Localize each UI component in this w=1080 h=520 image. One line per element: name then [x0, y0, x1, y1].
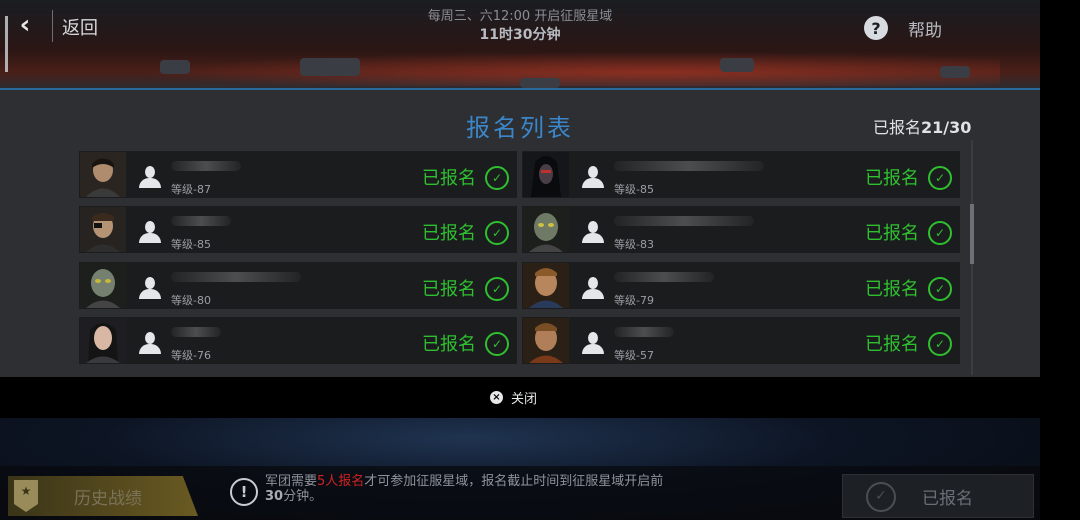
list-item: 等级-83 已报名 ✓ — [522, 206, 960, 253]
player-level: 等级-85 — [614, 183, 654, 196]
player-avatar-icon — [137, 221, 163, 245]
back-label[interactable]: 返回 — [62, 14, 98, 40]
chevron-left-icon: ‹ — [19, 10, 31, 40]
check-circle-icon: ✓ — [928, 221, 952, 245]
player-level: 等级-80 — [171, 294, 211, 307]
check-circle-icon: ✓ — [485, 166, 509, 190]
commander-portrait — [523, 152, 569, 197]
player-name-redacted — [614, 327, 674, 337]
close-label[interactable]: 关闭 — [511, 388, 537, 407]
signup-list-modal: 报名列表 已报名21/30 等级-87 已报名 ✓ 等级-85 已报名 ✓ 等级… — [0, 88, 1040, 379]
registration-notice: 军团需要5人报名才可参加征服星域，报名截止时间到征服星域开启前 30分钟。 — [265, 474, 664, 504]
player-level: 等级-76 — [171, 349, 211, 362]
registered-button-label[interactable]: 已报名 — [922, 484, 973, 509]
player-avatar-icon — [137, 277, 163, 301]
player-avatar-icon — [137, 166, 163, 190]
player-name-redacted — [614, 272, 714, 282]
help-button[interactable]: 帮助 — [908, 16, 942, 41]
signup-status: 已报名 — [422, 279, 476, 300]
countdown-timer: 11时30分钟 — [479, 27, 561, 43]
help-icon[interactable]: ? — [864, 16, 888, 40]
check-circle-icon: ✓ — [928, 277, 952, 301]
list-item: 等级-85 已报名 ✓ — [79, 206, 517, 253]
player-avatar-icon — [137, 332, 163, 356]
player-level: 等级-87 — [171, 183, 211, 196]
signup-count: 已报名21/30 — [873, 118, 972, 137]
player-name-redacted — [171, 272, 301, 282]
player-avatar-icon — [580, 332, 606, 356]
close-button[interactable]: × 关闭 — [490, 388, 537, 407]
player-name-redacted — [171, 216, 231, 226]
player-level: 等级-79 — [614, 294, 654, 307]
commander-portrait — [523, 207, 569, 252]
check-circle-icon: ✓ — [485, 277, 509, 301]
list-item: 等级-79 已报名 ✓ — [522, 262, 960, 309]
header-divider — [52, 10, 53, 42]
event-schedule: 每周三、六12:00 开启征服星域 11时30分钟 — [380, 8, 660, 44]
list-item: 等级-76 已报名 ✓ — [79, 317, 517, 364]
commander-portrait — [523, 318, 569, 363]
check-circle-icon: ✓ — [485, 332, 509, 356]
check-circle-icon: ✓ — [866, 482, 896, 512]
player-name-redacted — [171, 327, 221, 337]
signup-status: 已报名 — [865, 279, 919, 300]
check-circle-icon: ✓ — [928, 332, 952, 356]
info-icon: ! — [230, 478, 258, 506]
signup-status: 已报名 — [422, 223, 476, 244]
player-level: 等级-57 — [614, 349, 654, 362]
commander-portrait — [523, 263, 569, 308]
commander-portrait — [80, 318, 126, 363]
player-name-redacted — [171, 161, 241, 171]
close-icon: × — [490, 391, 503, 404]
screen-edge — [1040, 0, 1080, 520]
commander-portrait — [80, 263, 126, 308]
signup-status: 已报名 — [422, 168, 476, 189]
signup-status: 已报名 — [865, 168, 919, 189]
schedule-text: 每周三、六12:00 开启征服星域 — [427, 9, 613, 24]
required-count: 5人报名 — [317, 474, 365, 489]
list-item: 等级-80 已报名 ✓ — [79, 262, 517, 309]
player-level: 等级-83 — [614, 238, 654, 251]
signup-status: 已报名 — [865, 334, 919, 355]
list-scrollbar-thumb[interactable] — [970, 204, 974, 264]
list-item: 等级-85 已报名 ✓ — [522, 151, 960, 198]
player-level: 等级-85 — [171, 238, 211, 251]
check-circle-icon: ✓ — [928, 166, 952, 190]
back-button[interactable]: ‹ — [8, 6, 42, 44]
list-item: 等级-57 已报名 ✓ — [522, 317, 960, 364]
commander-portrait — [80, 152, 126, 197]
list-item: 等级-87 已报名 ✓ — [79, 151, 517, 198]
signup-status: 已报名 — [865, 223, 919, 244]
history-record-label[interactable]: 历史战绩 — [74, 484, 142, 509]
check-circle-icon: ✓ — [485, 221, 509, 245]
player-name-redacted — [614, 161, 764, 171]
signup-status: 已报名 — [422, 334, 476, 355]
player-avatar-icon — [580, 277, 606, 301]
player-name-redacted — [614, 216, 754, 226]
player-avatar-icon — [580, 221, 606, 245]
player-avatar-icon — [580, 166, 606, 190]
commander-portrait — [80, 207, 126, 252]
